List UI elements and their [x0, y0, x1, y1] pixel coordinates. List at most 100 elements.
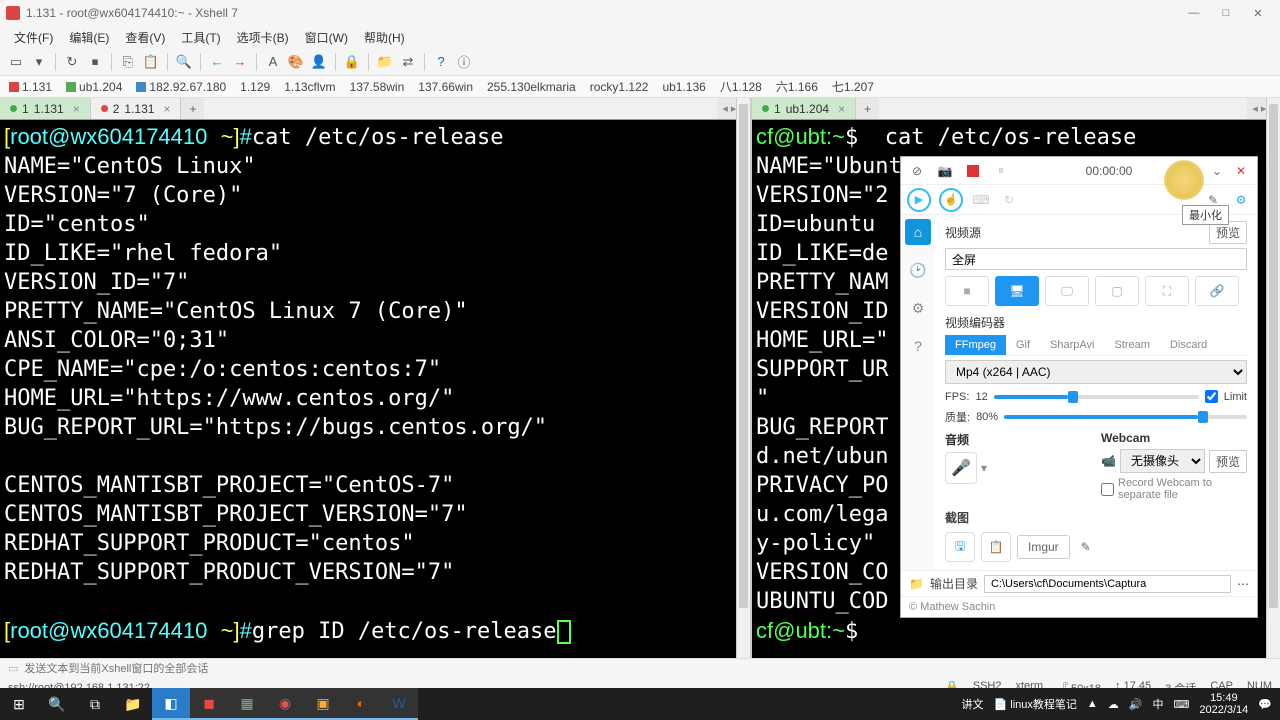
close-tab-icon[interactable]: ×	[838, 102, 845, 116]
home-icon[interactable]: ⌂	[905, 219, 931, 245]
mode-monitor-icon[interactable]: 🖵	[1045, 276, 1089, 306]
open-icon[interactable]: ▾	[29, 52, 49, 72]
user-icon[interactable]: 👤	[309, 52, 329, 72]
close-button[interactable]: ✕	[1242, 3, 1274, 23]
clipboard-icon[interactable]: 📋	[981, 532, 1011, 562]
keyboard-icon[interactable]: ⌨	[971, 190, 991, 210]
session-item[interactable]: ub1.136	[655, 80, 712, 94]
session-item[interactable]: 1.129	[233, 80, 277, 94]
scrollbar[interactable]	[736, 98, 750, 658]
tab[interactable]: 1 1.131×	[0, 98, 91, 119]
session-item[interactable]: 137.66win	[411, 80, 480, 94]
help-icon[interactable]: ?	[431, 52, 451, 72]
session-item[interactable]: rocky1.122	[583, 80, 656, 94]
encoder-tab[interactable]: SharpAvi	[1040, 335, 1104, 355]
tab[interactable]: 2 1.131×	[91, 98, 182, 119]
folder-icon[interactable]: 📁	[375, 52, 395, 72]
record-icon[interactable]	[963, 161, 983, 181]
encoder-tab[interactable]: Gif	[1006, 335, 1040, 355]
lock-icon[interactable]: 🔒	[342, 52, 362, 72]
menu-view[interactable]: 查看(V)	[117, 29, 173, 46]
mic-icon[interactable]: 🎤	[945, 452, 977, 484]
camera-icon[interactable]: 📷	[935, 161, 955, 181]
taskview-icon[interactable]: ⧉	[76, 688, 114, 720]
settings-icon[interactable]: ⚙	[905, 295, 931, 321]
imgur-button[interactable]: Imgur	[1017, 535, 1070, 559]
save-icon[interactable]: 🖫	[945, 532, 975, 562]
session-item[interactable]: 137.58win	[343, 80, 412, 94]
webcam-select[interactable]: 无摄像头	[1120, 449, 1205, 473]
tray-cloud-icon[interactable]: ☁	[1108, 698, 1119, 711]
session-item[interactable]: 八1.128	[713, 78, 769, 95]
encoder-tab[interactable]: Stream	[1104, 335, 1159, 355]
clock[interactable]: 15:49 2022/3/14	[1199, 692, 1248, 716]
chevron-down-icon[interactable]: ▾	[981, 461, 987, 475]
close-tab-icon[interactable]: ×	[163, 102, 170, 116]
mode-link-icon[interactable]: 🔗	[1195, 276, 1239, 306]
app-icon[interactable]: ▦	[228, 688, 266, 720]
session-item[interactable]: 182.92.67.180	[129, 80, 233, 94]
session-item[interactable]: 1.131	[2, 80, 59, 94]
menu-file[interactable]: 文件(F)	[6, 29, 61, 46]
encoder-tab[interactable]: FFmpeg	[945, 335, 1006, 355]
app-icon[interactable]: ◼	[190, 688, 228, 720]
reconnect-icon[interactable]: ↻	[62, 52, 82, 72]
refresh-icon[interactable]: ↻	[999, 190, 1019, 210]
output-path-input[interactable]	[984, 575, 1231, 593]
app-icon[interactable]: ◐	[342, 688, 380, 720]
mode-camera-icon[interactable]: ■	[945, 276, 989, 306]
help-icon[interactable]: ?	[905, 333, 931, 359]
session-item[interactable]: 六1.166	[769, 78, 825, 95]
disconnect-icon[interactable]: ⏹	[85, 52, 105, 72]
compose-bar[interactable]: ▭	[0, 658, 1280, 678]
mode-region-icon[interactable]: ⛶	[1145, 276, 1189, 306]
new-session-icon[interactable]: ▭	[6, 52, 26, 72]
codec-select[interactable]: Mp4 (x264 | AAC)	[945, 360, 1247, 384]
session-item[interactable]: 七1.207	[825, 78, 881, 95]
menu-tools[interactable]: 工具(T)	[173, 29, 228, 46]
nav-back-icon[interactable]: ←	[207, 52, 227, 72]
gear-icon[interactable]: ⚙	[1231, 190, 1251, 210]
scrollbar[interactable]	[1266, 98, 1280, 658]
encoder-tab[interactable]: Discard	[1160, 335, 1217, 355]
nav-fwd-icon[interactable]: →	[230, 52, 250, 72]
word-icon[interactable]: W	[380, 688, 418, 720]
compose-input[interactable]	[24, 663, 1272, 675]
quality-slider[interactable]	[1004, 415, 1247, 419]
session-item[interactable]: 255.130elkmaria	[480, 80, 583, 94]
preview-button[interactable]: 预览	[1209, 450, 1247, 473]
video-source-input[interactable]	[945, 248, 1247, 270]
search-icon[interactable]: 🔍	[38, 688, 76, 720]
pause-icon[interactable]: ⏸	[991, 161, 1011, 181]
tray-up-icon[interactable]: ▲	[1087, 698, 1098, 710]
tray-ime-icon[interactable]: 中	[1152, 696, 1163, 712]
font-icon[interactable]: A	[263, 52, 283, 72]
tab[interactable]: 1 ub1.204×	[752, 98, 856, 119]
notification-icon[interactable]: 💬	[1258, 698, 1272, 711]
explorer-icon[interactable]: 📁	[114, 688, 152, 720]
edit-icon[interactable]: ✎	[1076, 537, 1096, 557]
color-icon[interactable]: 🎨	[286, 52, 306, 72]
terminal-left[interactable]: [root@wx604174410 ~]#cat /etc/os-release…	[0, 120, 750, 658]
tray-item[interactable]: 讲文	[961, 696, 983, 712]
fps-slider[interactable]	[994, 395, 1199, 399]
tray-keyboard-icon[interactable]: ⌨	[1173, 698, 1189, 711]
app-icon[interactable]: ◉	[266, 688, 304, 720]
paste-icon[interactable]: 📋	[141, 52, 161, 72]
maximize-button[interactable]: □	[1210, 3, 1242, 23]
menu-edit[interactable]: 编辑(E)	[61, 29, 117, 46]
close-tab-icon[interactable]: ×	[73, 102, 80, 116]
limit-checkbox[interactable]	[1205, 390, 1218, 403]
menu-tabs[interactable]: 选项卡(B)	[229, 29, 297, 46]
app-icon[interactable]: ◧	[152, 688, 190, 720]
about-icon[interactable]: ⓘ	[454, 52, 474, 72]
mode-screen-icon[interactable]: 🖥	[995, 276, 1039, 306]
region-circle-icon[interactable]: ▶	[907, 188, 931, 212]
add-tab-button[interactable]: +	[181, 98, 204, 119]
chevron-down-icon[interactable]: ⌄	[1207, 161, 1227, 181]
folder-icon[interactable]: 📁	[909, 577, 924, 591]
xftp-icon[interactable]: ⇄	[398, 52, 418, 72]
app-icon[interactable]: ▣	[304, 688, 342, 720]
webcam-separate-checkbox[interactable]	[1101, 483, 1114, 496]
menu-window[interactable]: 窗口(W)	[297, 29, 356, 46]
